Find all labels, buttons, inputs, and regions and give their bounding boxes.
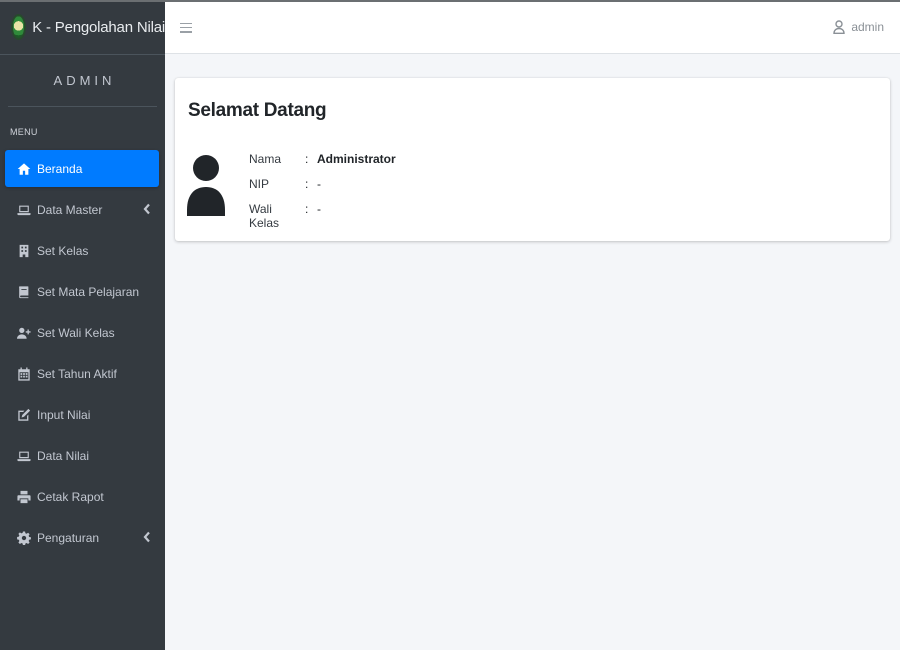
sidebar-item-label: Pengaturan [37,530,100,545]
info-value-nama: Administrator [317,152,396,166]
sidebar-item-label: Set Tahun Aktif [37,366,117,381]
app-root: K - Pengolahan Nilai ADMIN MENU Beranda … [0,0,900,650]
navbar-user-label: admin [851,20,884,34]
sidebar-nav: Beranda Data Master Set Kelas Set Mata P… [0,150,165,556]
sidebar-item-set-kelas[interactable]: Set Kelas [5,232,159,269]
sidebar-item-beranda[interactable]: Beranda [5,150,159,187]
sidebar-item-set-mata-pelajaran[interactable]: Set Mata Pelajaran [5,273,159,310]
building-icon [17,244,31,258]
info-value-nip: - [317,177,321,191]
home-icon [17,162,31,176]
brand-title: K - Pengolahan Nilai [32,18,165,36]
user-plus-icon [17,326,31,340]
user-panel-name[interactable]: ADMIN [50,73,116,88]
info-label: NIP [249,177,270,191]
sidebar: K - Pengolahan Nilai ADMIN MENU Beranda … [0,0,165,650]
sidebar-item-cetak-rapot[interactable]: Cetak Rapot [5,478,159,515]
info-row-nama: Nama : Administrator [249,152,396,177]
info-separator: : [305,177,309,191]
user-icon [833,20,846,34]
sidebar-item-label: Beranda [37,161,83,176]
sidebar-item-label: Set Wali Kelas [37,325,115,340]
bars-icon[interactable] [180,22,192,34]
brand-link[interactable]: K - Pengolahan Nilai [0,0,165,55]
top-navbar: admin [165,2,900,54]
sidebar-item-pengaturan[interactable]: Pengaturan [5,519,159,556]
book-icon [17,285,31,299]
print-icon [17,490,31,504]
sidebar-item-label: Input Nilai [37,407,91,422]
calendar-icon [17,366,31,381]
welcome-card: Selamat Datang Nama : Administrator NIP … [175,78,890,241]
info-value-wali-kelas: - [317,202,321,216]
sidebar-item-input-nilai[interactable]: Input Nilai [5,396,159,433]
edit-icon [17,408,31,422]
sidebar-item-set-wali-kelas[interactable]: Set Wali Kelas [5,314,159,351]
sidebar-item-label: Set Mata Pelajaran [37,284,140,299]
chevron-left-icon [143,203,151,215]
sidebar-item-set-tahun-aktif[interactable]: Set Tahun Aktif [5,355,159,392]
sidebar-item-label: Data Nilai [37,448,90,463]
sidebar-item-label: Data Master [37,202,103,217]
sidebar-item-label: Set Kelas [37,243,89,258]
gear-icon [17,530,31,545]
info-separator: : [305,152,309,166]
info-label: Wali Kelas [249,202,280,230]
menu-header: MENU [10,127,38,137]
chevron-left-icon [143,531,151,543]
profile-info: Nama : Administrator NIP : - Wali Kelas … [249,152,396,230]
laptop-icon [17,449,31,463]
info-row-wali-kelas: Wali Kelas : - [249,202,396,230]
window-top-border [0,0,900,2]
sidebar-item-data-master[interactable]: Data Master [5,191,159,228]
content-wrapper: Selamat Datang Nama : Administrator NIP … [165,54,900,650]
info-label: Nama [249,152,282,166]
info-separator: : [305,202,309,216]
info-row-nip: NIP : - [249,177,396,202]
card-title: Selamat Datang [188,100,327,121]
user-panel: ADMIN [8,55,157,107]
laptop-icon [17,203,31,217]
school-emblem-icon [13,16,25,38]
sidebar-item-label: Cetak Rapot [37,489,104,504]
user-avatar-icon [187,153,225,216]
sidebar-item-data-nilai[interactable]: Data Nilai [5,437,159,474]
navbar-user-menu[interactable]: admin [833,20,884,34]
